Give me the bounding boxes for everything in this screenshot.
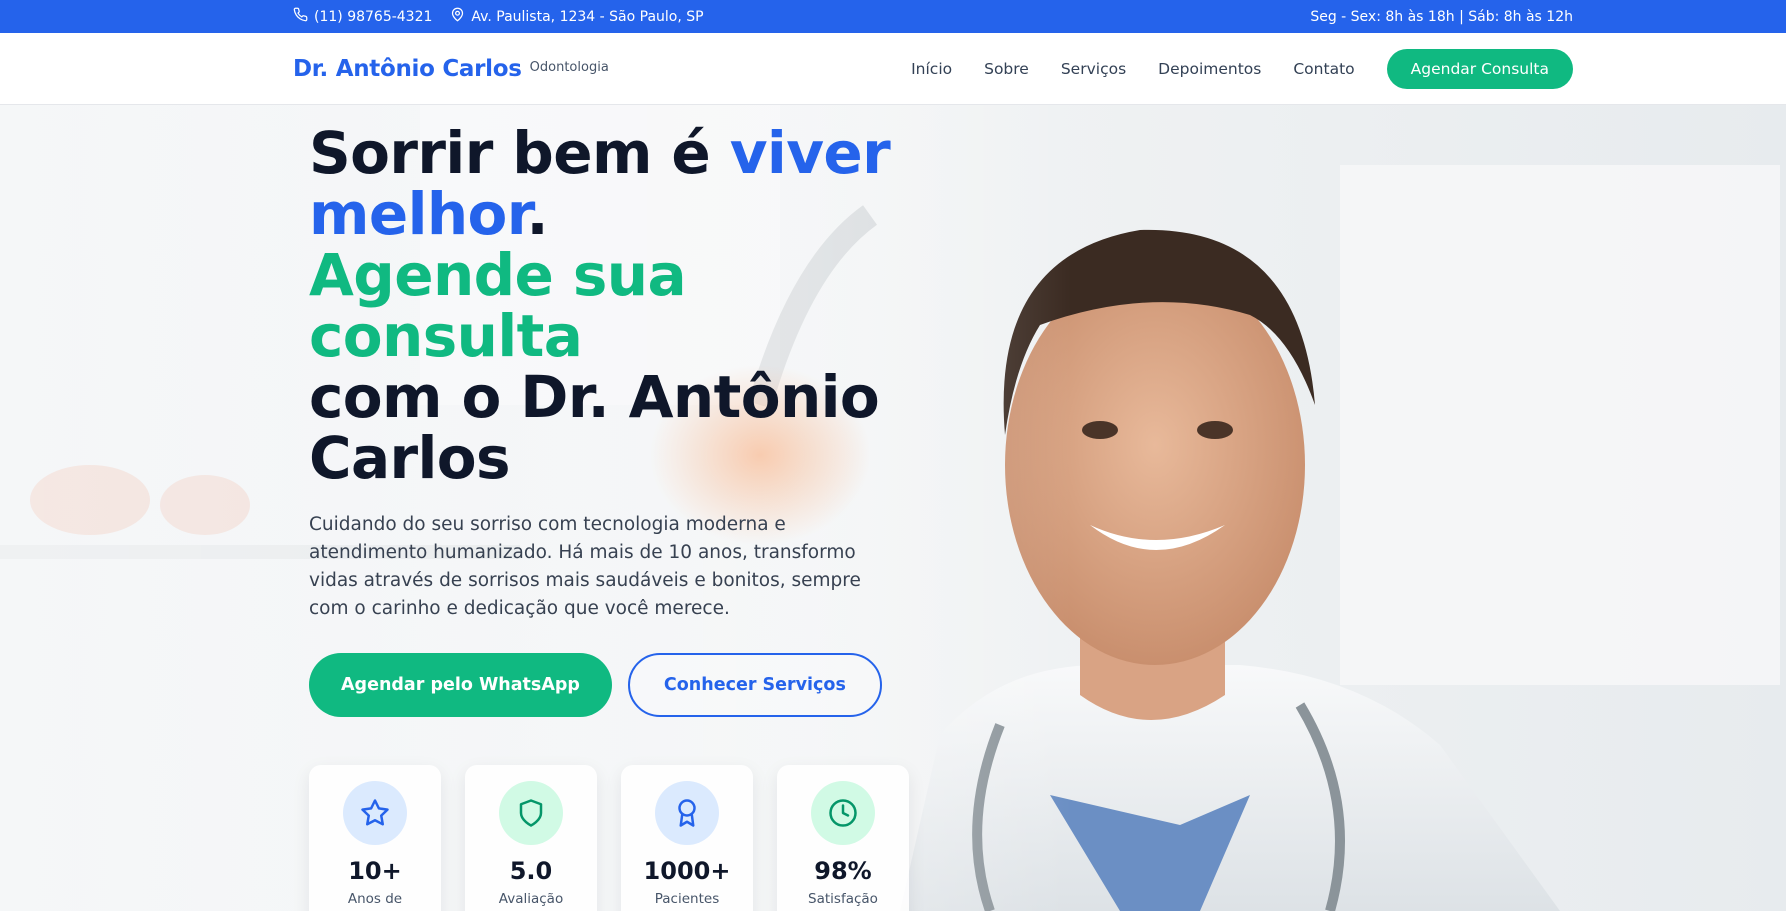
site-header: Dr. Antônio Carlos Odontologia Início So… xyxy=(0,33,1786,105)
address-text: Av. Paulista, 1234 - São Paulo, SP xyxy=(471,8,704,25)
stat-label: Anos de Experiência xyxy=(347,891,403,907)
headline-part2: com o Dr. Antônio Carlos xyxy=(309,363,880,492)
headline-highlight-green: Agende sua consulta xyxy=(309,241,687,370)
stat-card-satisfaction: 98% Satisfação xyxy=(777,765,909,911)
brand-subtitle: Odontologia xyxy=(529,59,609,75)
hero-headline: Sorrir bem é viver melhor. Agende sua co… xyxy=(309,123,929,489)
map-pin-icon xyxy=(450,7,465,26)
phone-number: (11) 98765-4321 xyxy=(314,8,433,25)
contact-info: (11) 98765-4321 Av. Paulista, 1234 - São… xyxy=(293,0,704,33)
clock-icon xyxy=(811,781,875,845)
headline-part1: Sorrir bem é xyxy=(309,119,730,187)
nav-link-sobre[interactable]: Sobre xyxy=(984,60,1029,78)
schedule-appointment-button[interactable]: Agendar Consulta xyxy=(1386,49,1573,89)
headline-dot: . xyxy=(526,180,549,248)
stat-card-patients: 1000+ Pacientes Atendidos xyxy=(621,765,753,911)
star-icon xyxy=(343,781,407,845)
stat-value: 10+ xyxy=(348,857,402,885)
award-icon xyxy=(655,781,719,845)
main-nav: Início Sobre Serviços Depoimentos Contat… xyxy=(911,33,1573,105)
stat-label: Pacientes Atendidos xyxy=(654,891,720,907)
services-button[interactable]: Conhecer Serviços xyxy=(627,653,882,717)
nav-link-depoimentos[interactable]: Depoimentos xyxy=(1158,60,1261,78)
stat-card-experience: 10+ Anos de Experiência xyxy=(309,765,441,911)
address-info: Av. Paulista, 1234 - São Paulo, SP xyxy=(450,7,704,26)
stats-row: 10+ Anos de Experiência 5.0 Avaliação Mé… xyxy=(309,765,929,911)
phone-icon xyxy=(293,7,308,26)
business-hours: Seg - Sex: 8h às 18h | Sáb: 8h às 12h xyxy=(1310,8,1573,25)
nav-link-contato[interactable]: Contato xyxy=(1293,60,1354,78)
hero-section: Sorrir bem é viver melhor. Agende sua co… xyxy=(0,105,1786,911)
whatsapp-schedule-button[interactable]: Agendar pelo WhatsApp xyxy=(309,653,612,717)
stat-value: 5.0 xyxy=(509,857,553,885)
stat-label: Avaliação Média xyxy=(498,891,564,907)
hero-description: Cuidando do seu sorriso com tecnologia m… xyxy=(309,514,861,619)
nav-link-servicos[interactable]: Serviços xyxy=(1061,60,1126,78)
stat-value: 1000+ xyxy=(643,857,731,885)
brand-logo[interactable]: Dr. Antônio Carlos Odontologia xyxy=(293,33,609,105)
shield-icon xyxy=(499,781,563,845)
hero-actions: Agendar pelo WhatsApp Conhecer Serviços xyxy=(309,653,929,717)
nav-link-inicio[interactable]: Início xyxy=(911,60,952,78)
stat-card-rating: 5.0 Avaliação Média xyxy=(465,765,597,911)
phone-info[interactable]: (11) 98765-4321 xyxy=(293,7,432,26)
hero-content: Sorrir bem é viver melhor. Agende sua co… xyxy=(309,123,929,911)
brand-name: Dr. Antônio Carlos xyxy=(293,56,522,82)
top-info-bar: (11) 98765-4321 Av. Paulista, 1234 - São… xyxy=(0,0,1786,33)
stat-label: Satisfação xyxy=(808,891,878,907)
stat-value: 98% xyxy=(814,857,872,885)
